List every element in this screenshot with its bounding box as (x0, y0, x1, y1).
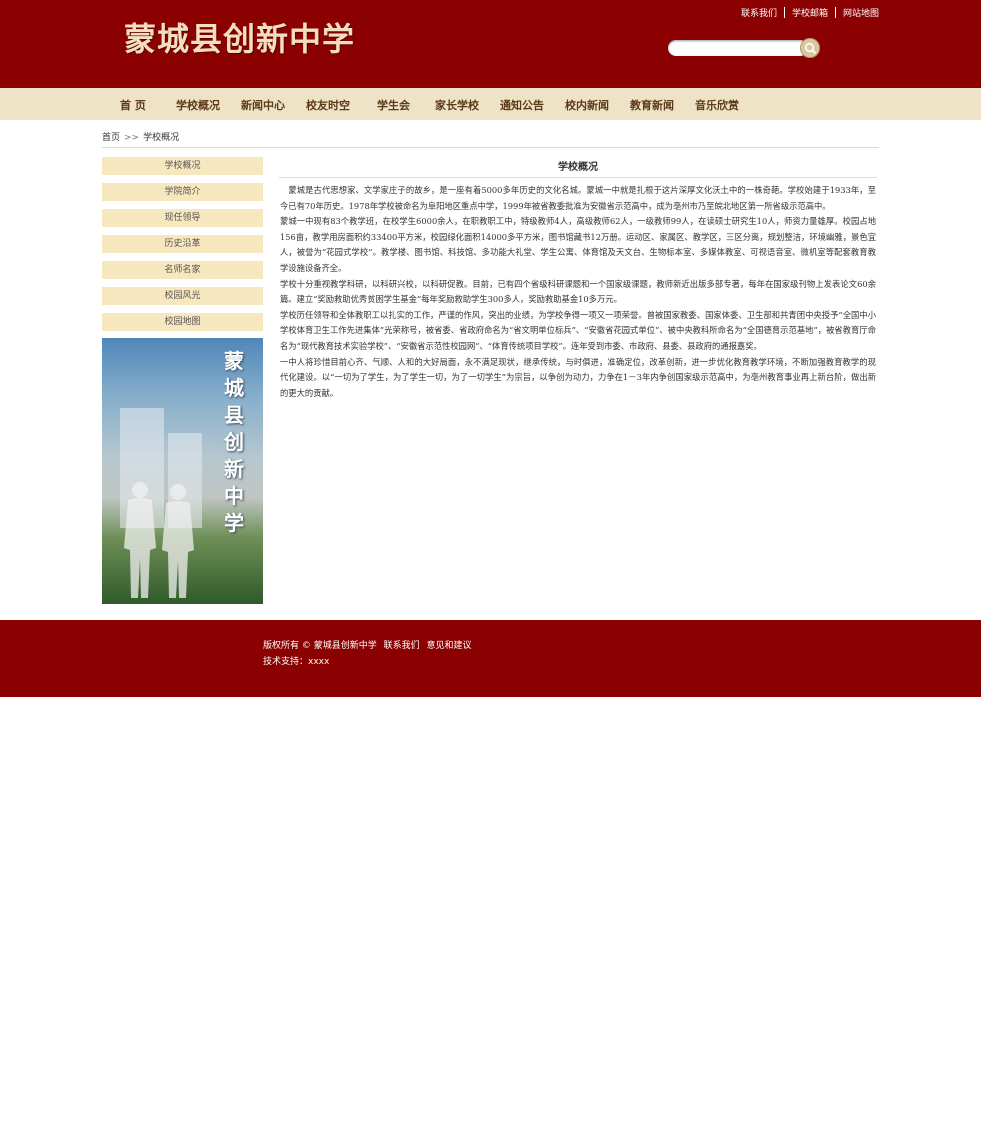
breadcrumb-separator: >> (124, 133, 140, 143)
paragraph: 蒙城一中现有83个教学班，在校学生6000余人，在职教职工中，特级教师4人，高级… (280, 216, 876, 273)
banner-text: 蒙城县创新中学 (224, 349, 244, 535)
nav-item-education-news[interactable]: 教育新闻 (630, 97, 674, 113)
search-icon (804, 42, 817, 55)
paragraph: 蒙城是古代思想家、文学家庄子的故乡，是一座有着5000多年历史的文化名城。蒙城一… (280, 185, 876, 211)
sidebar-item-famous-teachers[interactable]: 名师名家 (102, 261, 263, 279)
divider (834, 7, 836, 18)
people-silhouette (124, 482, 194, 598)
footer-link-contact[interactable]: 联系我们 (384, 641, 420, 651)
main-nav: 首 页 学校概况 新闻中心 校友时空 学生会 家长学校 通知公告 校内新闻 教育… (0, 88, 981, 120)
nav-item-parent-school[interactable]: 家长学校 (435, 97, 479, 113)
footer-copyright-line: 版权所有 © 蒙城县创新中学 联系我们 意见和建议 (263, 638, 472, 651)
top-link-contact[interactable]: 联系我们 (741, 6, 777, 19)
nav-item-student-union[interactable]: 学生会 (377, 97, 410, 113)
sidebar-banner-image: 蒙城县创新中学 (102, 338, 263, 604)
breadcrumb-current: 学校概况 (143, 133, 180, 143)
top-link-email[interactable]: 学校邮箱 (792, 6, 828, 19)
top-link-sitemap[interactable]: 网站地图 (843, 6, 879, 19)
site-header: 蒙城县创新中学 联系我们 学校邮箱 网站地图 (0, 0, 981, 88)
breadcrumb: 首页 >> 学校概况 (102, 130, 179, 143)
divider (279, 177, 877, 178)
article-body: 蒙城是古代思想家、文学家庄子的故乡，是一座有着5000多年历史的文化名城。蒙城一… (280, 183, 876, 401)
paragraph: 一中人将珍惜目前心齐、气顺、人和的大好局面，永不满足现状，继承传统，与时俱进，准… (280, 356, 876, 398)
sidebar-item-intro[interactable]: 学院简介 (102, 183, 263, 201)
paragraph: 学校历任领导和全体教职工以扎实的工作，严谨的作风，突出的业绩，为学校争得一项又一… (280, 309, 876, 351)
divider (102, 147, 879, 148)
sidebar-item-campus-scenery[interactable]: 校园风光 (102, 287, 263, 305)
sidebar-item-history[interactable]: 历史沿革 (102, 235, 263, 253)
tech-support-text: 技术支持：xxxx (263, 657, 330, 667)
site-logo[interactable]: 蒙城县创新中学 (124, 14, 355, 60)
nav-item-news-center[interactable]: 新闻中心 (241, 97, 285, 113)
nav-item-school-overview[interactable]: 学校概况 (176, 97, 220, 113)
breadcrumb-home[interactable]: 首页 (102, 133, 120, 143)
copyright-text: 版权所有 © 蒙城县创新中学 (263, 641, 377, 651)
site-footer: 版权所有 © 蒙城县创新中学 联系我们 意见和建议 技术支持：xxxx (0, 620, 981, 697)
nav-item-home[interactable]: 首 页 (120, 97, 146, 113)
nav-item-notices[interactable]: 通知公告 (500, 97, 544, 113)
search-box (668, 38, 820, 58)
sidebar-item-campus-map[interactable]: 校园地图 (102, 313, 263, 331)
top-links: 联系我们 学校邮箱 网站地图 (741, 6, 879, 19)
nav-item-alumni[interactable]: 校友时空 (306, 97, 350, 113)
footer-link-feedback[interactable]: 意见和建议 (427, 641, 472, 651)
sidebar-item-overview[interactable]: 学校概况 (102, 157, 263, 175)
search-input[interactable] (668, 40, 808, 56)
sidebar-item-leaders[interactable]: 现任领导 (102, 209, 263, 227)
nav-item-music[interactable]: 音乐欣赏 (695, 97, 739, 113)
search-button[interactable] (800, 38, 820, 58)
nav-item-campus-news[interactable]: 校内新闻 (565, 97, 609, 113)
divider (783, 7, 785, 18)
paragraph: 学校十分重视教学科研，以科研兴校，以科研促教。目前，已有四个省级科研课题和一个国… (280, 278, 876, 305)
page-title: 学校概况 (558, 162, 598, 173)
